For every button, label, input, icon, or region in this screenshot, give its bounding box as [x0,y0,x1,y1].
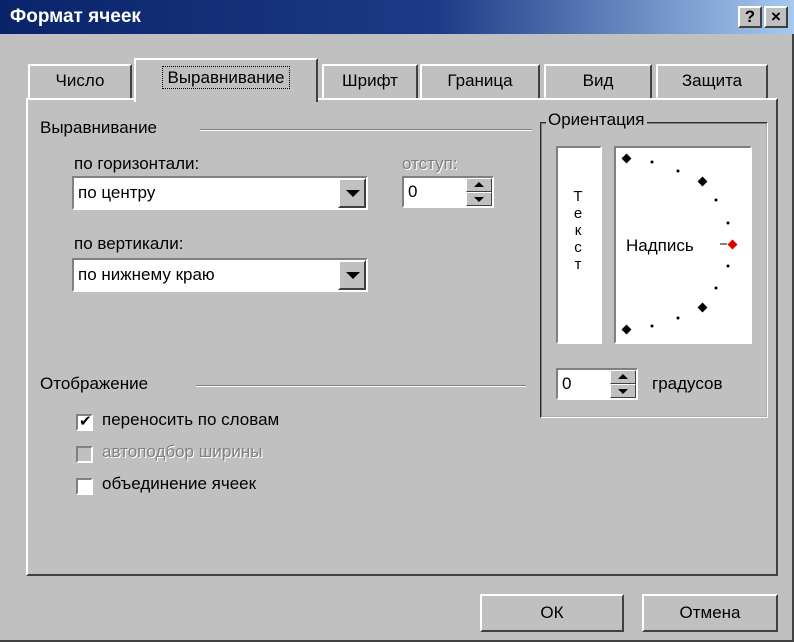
tab-alignment[interactable]: Выравнивание [134,58,318,102]
display-divider [196,385,526,387]
vertical-label: по вертикали: [74,234,184,253]
spin-up-icon[interactable] [466,178,492,192]
tab-label: Вид [582,71,614,90]
dialog-title: Формат ячеек [10,6,141,27]
indent-label: отступ: [402,154,458,173]
merge-cells-checkbox[interactable] [76,478,93,495]
horizontal-label: по горизонтали: [74,154,200,173]
wrap-text-label[interactable]: переносить по словам [102,410,279,430]
horizontal-value: по центру [78,183,156,202]
orientation-group-label: Ориентация [546,110,647,130]
degrees-spinner[interactable]: 0 [556,368,638,400]
indent-spinner[interactable]: 0 [402,176,494,208]
orientation-caption: Надпись [626,236,694,255]
horizontal-select[interactable]: по центру [72,176,368,210]
display-group-label: Отображение [40,374,149,393]
vertical-value: по нижнему краю [78,265,215,284]
angle-0-marker [727,239,738,250]
dial-dot [714,198,718,202]
dial-dot [726,221,730,225]
dial-dot [676,169,680,173]
title-bar[interactable]: Формат ячеек ? × [0,0,794,34]
dial-dot [714,286,718,290]
tab-border[interactable]: Граница [420,64,540,100]
tab-protection[interactable]: Защита [656,64,768,100]
help-button[interactable]: ? [738,6,762,28]
alignment-group-label: Выравнивание [40,118,158,137]
vertical-text-letter: к [574,222,582,239]
tab-label: Защита [681,71,743,90]
spin-down-icon[interactable] [610,384,636,398]
vertical-text-letter: т [574,256,582,273]
cancel-button[interactable]: Отмена [642,594,778,632]
tab-font[interactable]: Шрифт [322,64,418,100]
ok-button[interactable]: ОК [480,594,624,632]
angle-minus-90-marker [621,324,632,335]
dial-dot [726,264,730,268]
angle-45-marker [697,176,708,187]
vertical-select[interactable]: по нижнему краю [72,258,368,292]
dial-dot [650,160,654,164]
checkmark-icon: ✔ [79,413,92,430]
shrink-to-fit-label: автоподбор ширины [102,442,263,461]
vertical-text-letter: е [573,205,583,222]
angle-90-marker [621,153,632,164]
merge-cells-label[interactable]: объединение ячеек [102,474,256,494]
orientation-dial[interactable]: Надпись [614,146,752,344]
chevron-down-icon[interactable] [338,260,366,290]
format-cells-dialog: Формат ячеек ? × Число Выравнивание Шриф… [0,0,794,642]
chevron-down-icon[interactable] [338,178,366,208]
degrees-value: 0 [562,374,572,393]
spin-down-icon[interactable] [466,192,492,206]
tab-label: Шрифт [342,71,398,90]
tab-label: Число [55,71,105,90]
tab-view[interactable]: Вид [544,64,652,100]
dial-dot [650,324,654,328]
indent-value: 0 [408,182,418,201]
spin-up-icon[interactable] [610,370,636,384]
tab-label: Выравнивание [162,66,290,89]
close-button[interactable]: × [764,6,788,28]
dial-dot [676,316,680,320]
wrap-text-checkbox[interactable]: ✔ [76,413,93,431]
alignment-divider [200,129,532,131]
angle-minus-45-marker [697,302,708,313]
vertical-text-letter: с [574,239,582,256]
vertical-text-box[interactable]: Т е к с т [556,146,602,344]
shrink-to-fit-checkbox [76,446,93,463]
vertical-text-letter: Т [573,188,583,205]
tab-number[interactable]: Число [28,64,132,100]
tab-label: Граница [447,71,513,90]
degrees-label: градусов [652,374,723,393]
